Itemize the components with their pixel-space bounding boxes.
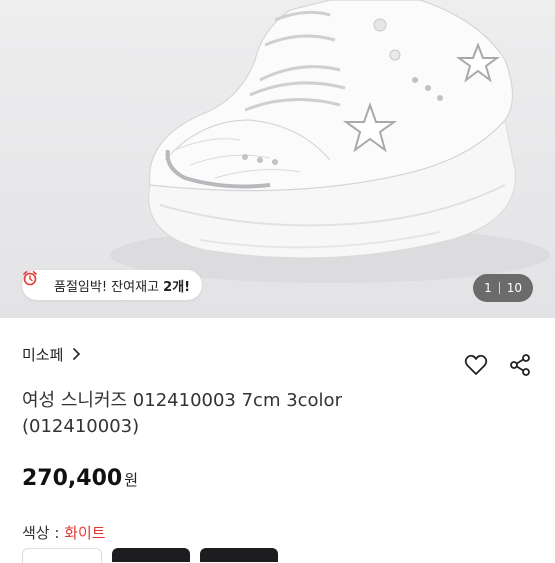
share-icon[interactable]	[507, 352, 533, 378]
product-title: 여성 스니커즈 012410003 7cm 3color (012410003)	[22, 390, 342, 437]
color-option: 색상 : 화이트	[22, 522, 106, 543]
low-stock-count: 2개!	[163, 279, 191, 295]
image-counter-total: 10	[506, 281, 522, 295]
low-stock-text: 품절임박! 잔여재고 2개!	[54, 276, 190, 295]
option-button[interactable]	[22, 548, 102, 563]
alarm-clock-icon	[23, 271, 48, 293]
brand-link[interactable]: 미소페	[22, 344, 81, 365]
image-counter-current: 1	[484, 281, 492, 295]
bottom-button-row	[22, 548, 278, 563]
image-counter-divider	[498, 282, 500, 294]
price-amount: 270,400	[22, 466, 123, 491]
chevron-right-icon	[71, 346, 81, 364]
product-price: 270,400 원	[22, 466, 138, 491]
product-image[interactable]: 품절임박! 잔여재고 2개! 1 10	[0, 0, 555, 318]
heart-icon[interactable]	[463, 352, 489, 378]
low-stock-notice: 품절임박! 잔여재고 2개!	[22, 270, 203, 300]
color-value: 화이트	[64, 524, 106, 542]
low-stock-prefix: 품절임박! 잔여재고	[54, 279, 164, 295]
image-counter: 1 10	[473, 274, 533, 302]
price-unit: 원	[124, 471, 139, 489]
brand-name: 미소페	[22, 346, 64, 364]
product-actions	[463, 352, 533, 378]
buy-button[interactable]	[200, 548, 278, 562]
color-label: 색상 :	[22, 524, 65, 542]
cart-button[interactable]	[112, 548, 190, 562]
